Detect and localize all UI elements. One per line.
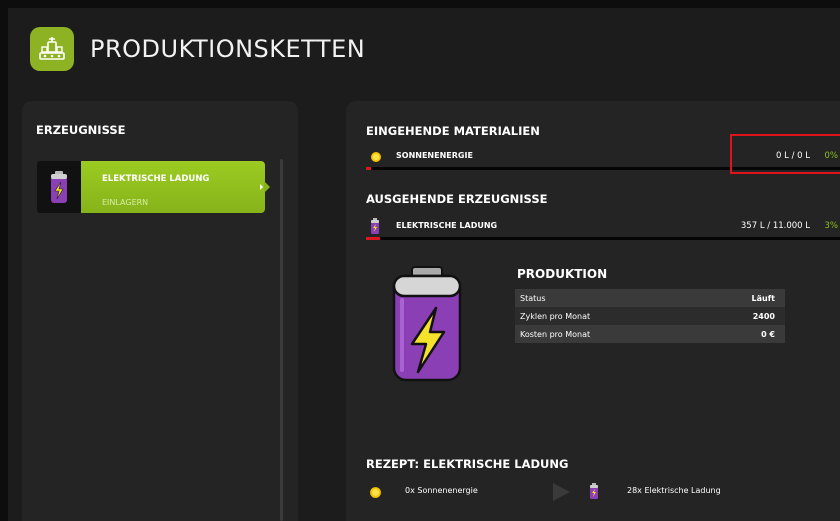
recipe-title: REZEPT: ELEKTRISCHE LADUNG	[366, 457, 569, 471]
production-title: PRODUKTION	[517, 267, 608, 281]
production-row-status: Status Läuft	[515, 289, 785, 307]
outgoing-progress-bar	[366, 237, 840, 240]
play-arrow-icon	[551, 482, 571, 506]
recipe-output-text: 28x Elektrische Ladung	[627, 486, 721, 495]
production-label: Zyklen pro Monat	[520, 311, 591, 321]
highlight-box	[730, 134, 840, 174]
outgoing-title: AUSGEHENDE ERZEUGNISSE	[366, 192, 548, 206]
factory-icon	[30, 27, 74, 71]
products-panel: ERZEUGNISSE ELEKTRISCHE LADUNG EINLAGERN	[22, 101, 298, 521]
card-pointer	[264, 181, 270, 193]
product-name: ELEKTRISCHE LADUNG	[102, 174, 210, 184]
chevron-right-icon	[260, 184, 263, 190]
battery-icon	[37, 161, 81, 213]
production-value: 0 €	[761, 329, 775, 339]
battery-icon	[382, 264, 472, 388]
incoming-progress-fill	[366, 167, 371, 170]
recipe-input: 0x Sonnenenergie	[366, 483, 506, 499]
incoming-name: SONNENENERGIE	[396, 151, 473, 160]
products-title: ERZEUGNISSE	[36, 123, 126, 137]
store-button[interactable]: EINLAGERN	[102, 198, 265, 207]
outgoing-percent: 3%	[824, 221, 839, 231]
incoming-title: EINGEHENDE MATERIALIEN	[366, 124, 540, 138]
recipe-input-text: 0x Sonnenenergie	[405, 486, 478, 495]
sun-icon	[370, 148, 382, 167]
production-value: Läuft	[751, 293, 776, 303]
outgoing-amount: 357 L / 11.000 L	[740, 221, 810, 231]
outgoing-progress-fill	[366, 237, 381, 240]
battery-icon	[589, 483, 599, 503]
recipe-output: 28x Elektrische Ladung	[584, 483, 744, 499]
production-row-costs: Kosten pro Monat 0 €	[515, 325, 785, 343]
product-card-elektrische-ladung[interactable]: ELEKTRISCHE LADUNG EINLAGERN	[37, 161, 270, 213]
production-label: Kosten pro Monat	[520, 329, 591, 339]
production-value: 2400	[752, 311, 775, 321]
header: PRODUKTIONSKETTEN	[30, 27, 365, 71]
production-table: Status Läuft Zyklen pro Monat 2400 Koste…	[515, 289, 785, 343]
outgoing-name: ELEKTRISCHE LADUNG	[396, 221, 498, 230]
production-row-cycles: Zyklen pro Monat 2400	[515, 307, 785, 325]
products-scrollbar[interactable]	[280, 159, 283, 521]
product-info: ELEKTRISCHE LADUNG EINLAGERN	[81, 161, 270, 213]
production-label: Status	[520, 293, 546, 303]
battery-icon	[370, 218, 380, 238]
details-panel: EINGEHENDE MATERIALIEN SONNENENERGIE 0 L…	[346, 101, 840, 521]
outgoing-row-elektrische-ladung: ELEKTRISCHE LADUNG 357 L / 11.000 L 3%	[366, 218, 840, 234]
page-title: PRODUKTIONSKETTEN	[90, 35, 366, 63]
sun-icon	[369, 484, 382, 503]
